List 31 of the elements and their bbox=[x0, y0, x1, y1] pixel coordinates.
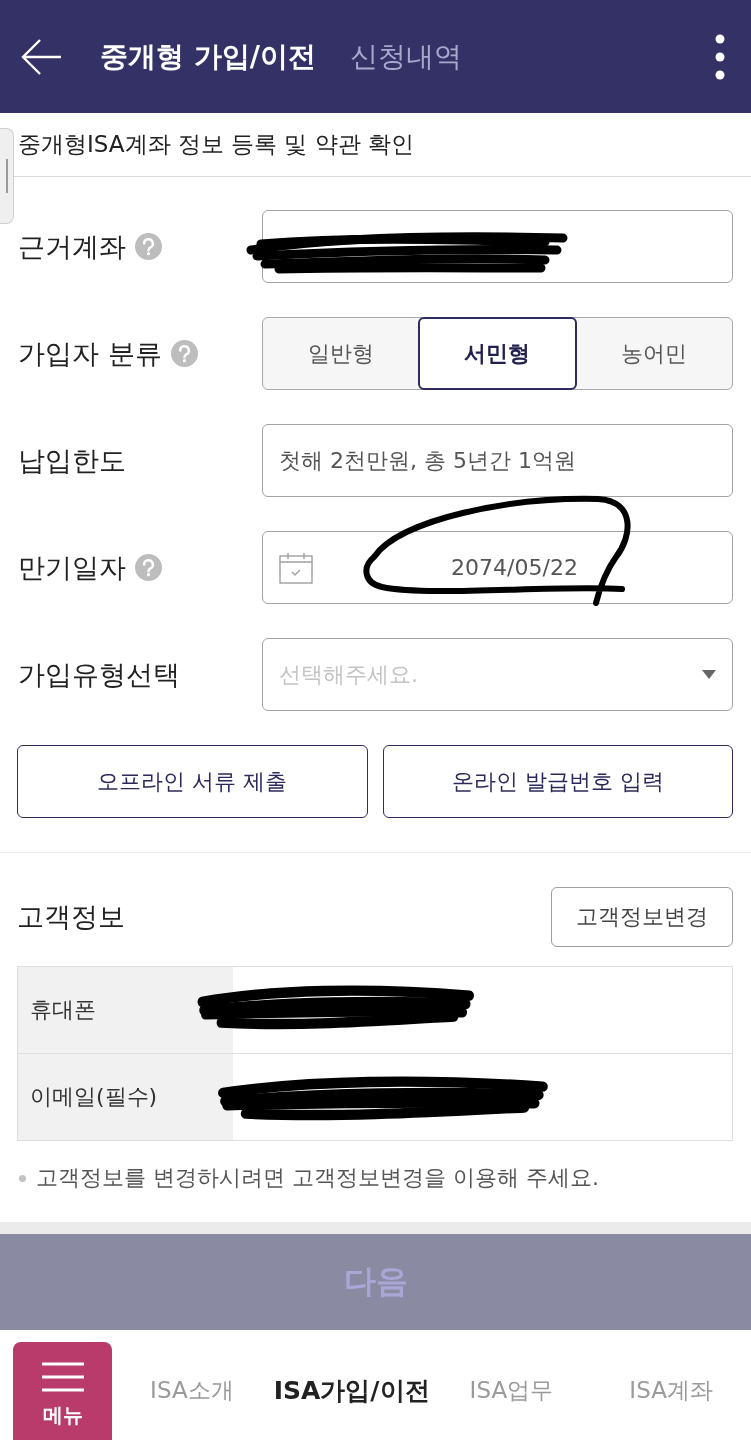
text-field[interactable]: 첫해 2천만원, 총 5년간 1억원 bbox=[262, 424, 733, 497]
header-tab[interactable]: 신청내역 bbox=[350, 37, 462, 76]
section-title: 고객정보 bbox=[17, 900, 125, 934]
caret-icon[interactable] bbox=[702, 670, 716, 679]
header-tab[interactable]: 중개형 가입/이전 bbox=[100, 37, 316, 76]
help-icon[interactable] bbox=[170, 340, 198, 367]
calendar-icon[interactable] bbox=[279, 551, 313, 584]
back-arrow-icon[interactable] bbox=[20, 37, 62, 76]
info-note: 고객정보를 변경하시려면 고객정보변경을 이용해 주세요. bbox=[36, 1164, 599, 1192]
edit-info-button[interactable]: 고객정보변경 bbox=[551, 887, 733, 947]
action-button[interactable]: 오프라인 서류 제출 bbox=[17, 745, 368, 818]
help-icon[interactable] bbox=[135, 554, 162, 581]
field-label: 가입유형선택 bbox=[18, 657, 180, 692]
segment-option[interactable]: 일반형 bbox=[262, 317, 421, 390]
field-label: 납입한도 bbox=[18, 443, 126, 478]
menu-button[interactable]: 메뉴 bbox=[13, 1342, 112, 1440]
bullet-icon bbox=[19, 1174, 26, 1182]
field-label: 가입자 분류 bbox=[18, 336, 162, 371]
table-header-cell: 휴대폰 bbox=[18, 967, 233, 1053]
nav-tab[interactable]: ISA가입/이전 bbox=[271, 1374, 432, 1407]
segment-option[interactable]: 서민형 bbox=[418, 317, 577, 390]
table-header-cell: 이메일(필수) bbox=[18, 1054, 233, 1140]
more-options-icon[interactable] bbox=[715, 33, 725, 80]
help-icon[interactable] bbox=[135, 233, 162, 260]
field-label: 근거계좌 bbox=[18, 229, 126, 264]
action-button[interactable]: 온라인 발급번호 입력 bbox=[382, 745, 733, 818]
date-field[interactable]: 2074/05/22 bbox=[262, 531, 733, 604]
edge-panel-handle[interactable] bbox=[0, 128, 14, 224]
menu-icon bbox=[41, 1362, 84, 1392]
field-label: 만기일자 bbox=[18, 550, 126, 585]
segment-option[interactable]: 농어민 bbox=[574, 317, 733, 390]
